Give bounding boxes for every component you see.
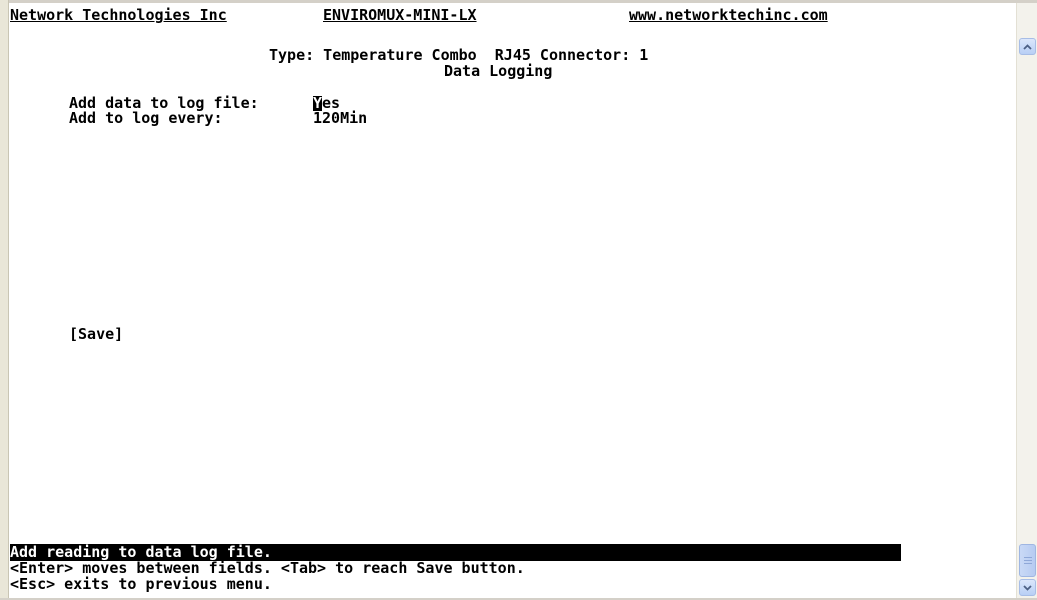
chevron-up-icon [1023,43,1032,50]
log-every-label: Add to log every: [69,109,223,127]
window-left-border [0,0,9,600]
terminal-window: Network Technologies Inc ENVIROMUX-MINI-… [0,0,1037,600]
log-every-field[interactable]: 120Min [313,111,367,126]
scroll-down-button[interactable] [1019,579,1036,596]
scroll-thumb[interactable] [1019,544,1036,577]
chevron-down-icon [1023,584,1032,591]
terminal-screen[interactable]: Network Technologies Inc ENVIROMUX-MINI-… [10,4,1015,598]
product-name: ENVIROMUX-MINI-LX [323,6,477,24]
save-button[interactable]: [Save] [69,327,123,342]
status-hint-navigate: <Enter> moves between fields. <Tab> to r… [10,559,525,577]
sensor-type-line: Type: Temperature Combo RJ45 Connector: … [269,46,649,64]
section-title: Data Logging [444,62,553,80]
window-top-border [0,0,1037,3]
status-help-text: Add reading to data log file. [10,543,272,561]
company-website: www.networktechinc.com [629,6,828,24]
company-name: Network Technologies Inc [10,6,227,24]
scroll-up-button[interactable] [1019,38,1036,55]
status-hint-escape: <Esc> exits to previous menu. [10,575,272,593]
vertical-scrollbar[interactable] [1016,3,1037,599]
